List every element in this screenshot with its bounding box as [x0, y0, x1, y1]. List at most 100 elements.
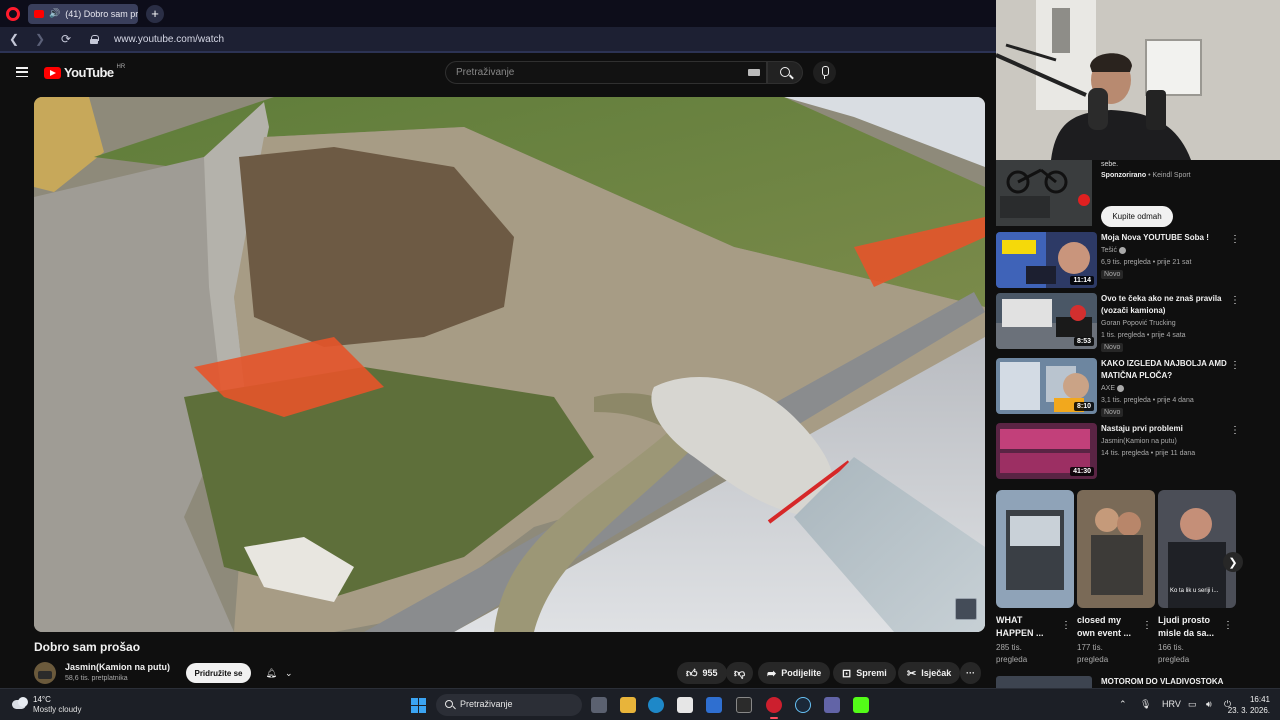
video-thumbnail[interactable] — [996, 676, 1092, 688]
short-image — [1077, 490, 1155, 608]
mail-icon[interactable] — [706, 697, 722, 713]
share-icon: ➦ — [767, 667, 777, 680]
like-button[interactable]: 👍︎ 955 — [677, 662, 727, 684]
youtube-wordmark: YouTube — [64, 65, 114, 80]
video-thumbnail[interactable]: 8:53 — [996, 293, 1097, 349]
teams-icon[interactable] — [824, 697, 840, 713]
lock-icon — [90, 34, 99, 44]
file-explorer-icon[interactable] — [620, 697, 636, 713]
recommendation-title[interactable]: KAKO IZGLEDA NAJBOLJA AMD MATIČNA PLOČA? — [1101, 358, 1229, 382]
verified-icon — [1117, 384, 1125, 392]
short-thumbnail[interactable] — [996, 490, 1074, 608]
chevron-down-icon: ⌄ — [284, 667, 293, 678]
sponsor-thumbnail[interactable] — [996, 160, 1092, 226]
subscriber-count: 58,6 tis. pretplatnika — [65, 675, 128, 682]
video-thumbnail[interactable]: 11:14 — [996, 232, 1097, 288]
taskbar-search-label: Pretraživanje — [460, 699, 513, 709]
weather-cloud-icon[interactable] — [12, 697, 30, 709]
notifications-button[interactable]: 🔔︎ ⌄ — [258, 663, 300, 683]
youtube-logo[interactable]: YouTube HR — [44, 64, 125, 80]
recommendation-item[interactable]: 41:30 Nastaju prvi problemi Jasmin(Kamio… — [996, 423, 1246, 479]
language-indicator[interactable]: HRV — [1162, 699, 1181, 709]
taskbar-search[interactable]: Pretraživanje — [436, 694, 582, 716]
short-item[interactable]: closed my own event ... 177 tis. pregled… — [1077, 490, 1155, 666]
search-button[interactable] — [767, 61, 803, 84]
more-options-icon[interactable]: ⋮ — [1061, 620, 1071, 631]
chevron-up-icon[interactable]: ⌃ — [1119, 699, 1127, 710]
epic-games-icon[interactable] — [736, 697, 752, 713]
more-options-icon[interactable]: ⋮ — [1230, 295, 1240, 306]
browser-tab-bar: 🔊 (41) Dobro sam prošao + — [0, 0, 996, 27]
edge-browser-icon[interactable] — [648, 697, 664, 713]
store-icon[interactable] — [677, 697, 693, 713]
search-input[interactable]: Pretraživanje — [445, 61, 767, 84]
share-label: Podijelite — [781, 668, 822, 678]
short-item[interactable]: Ko ta lik u seriji i... Ljudi prosto mis… — [1158, 490, 1236, 666]
short-views: 177 tis. pregleda — [1077, 643, 1109, 664]
kick-app-icon[interactable] — [853, 697, 869, 713]
short-title[interactable]: Ljudi prosto misle da sa... — [1158, 614, 1222, 640]
temperature[interactable]: 14°C — [33, 695, 51, 704]
task-view-icon[interactable] — [591, 697, 607, 713]
reload-icon[interactable]: ⟳ — [58, 31, 74, 47]
more-options-icon[interactable]: ⋮ — [1230, 360, 1240, 371]
video-frame — [34, 97, 985, 632]
channel-avatar[interactable] — [34, 662, 56, 684]
recommendation-title[interactable]: Nastaju prvi problemi — [1101, 423, 1229, 435]
video-thumbnail[interactable]: 8:10 — [996, 358, 1097, 414]
recommendation-title[interactable]: MOTOROM DO VLADIVOSTOKA — [1101, 677, 1223, 686]
forward-arrow-icon[interactable]: ❯ — [32, 31, 48, 47]
recommendation-channel[interactable]: Tešić — [1101, 245, 1126, 257]
share-button[interactable]: ➦ Podijelite — [758, 662, 831, 684]
clock[interactable]: 16:41 23. 3. 2026. — [1228, 694, 1270, 716]
recommendation-title[interactable]: Moja Nova YOUTUBE Soba ! — [1101, 232, 1229, 244]
opera-logo-icon[interactable] — [6, 6, 20, 21]
buy-now-button[interactable]: Kupite odmah — [1101, 206, 1173, 227]
browser-tab-youtube[interactable]: 🔊 (41) Dobro sam prošao — [28, 3, 138, 24]
back-arrow-icon[interactable]: ❮ — [6, 31, 22, 47]
short-thumbnail[interactable] — [1077, 490, 1155, 608]
miniplayer-icon[interactable] — [955, 598, 977, 620]
video-thumbnail[interactable]: 41:30 — [996, 423, 1097, 479]
short-thumbnail[interactable]: Ko ta lik u seriji i... — [1158, 490, 1236, 608]
short-title[interactable]: closed my own event ... — [1077, 614, 1141, 640]
more-options-icon[interactable]: ⋮ — [1142, 620, 1152, 631]
recommendation-title[interactable]: Ovo te čeka ako ne znaš pravila (vozači … — [1101, 293, 1229, 317]
channel-name[interactable]: Jasmin(Kamion na putu) — [65, 662, 170, 672]
url-field[interactable]: www.youtube.com/watch — [114, 34, 224, 45]
voice-search-icon[interactable] — [813, 61, 836, 84]
clock-time: 16:41 — [1249, 695, 1270, 704]
recommendation-item[interactable]: 8:10 KAKO IZGLEDA NAJBOLJA AMD MATIČNA P… — [996, 358, 1246, 417]
short-title[interactable]: WHAT HAPPEN ... — [996, 614, 1060, 640]
opera-browser-icon[interactable] — [766, 697, 782, 719]
dislike-button[interactable]: 👎︎ — [726, 662, 754, 684]
recommendation-channel[interactable]: AXE — [1101, 383, 1125, 395]
more-options-icon[interactable]: ⋮ — [1230, 425, 1240, 436]
short-item[interactable]: WHAT HAPPEN ... 285 tis. pregleda ⋮ — [996, 490, 1074, 666]
windows-start-icon[interactable] — [411, 698, 426, 713]
clock-date: 23. 3. 2026. — [1227, 706, 1270, 715]
display-icon[interactable]: ▭ — [1188, 699, 1197, 710]
more-options-icon[interactable]: ⋮ — [1223, 620, 1233, 631]
recommendation-item[interactable]: 11:14 Moja Nova YOUTUBE Soba ! Tešić 6,9… — [996, 232, 1246, 288]
recommendation-item[interactable]: 8:53 Ovo te čeka ako ne znaš pravila (vo… — [996, 293, 1246, 352]
clip-button[interactable]: ✂ Isječak — [898, 662, 961, 684]
new-tab-button[interactable]: + — [146, 4, 164, 23]
steam-icon[interactable] — [795, 697, 811, 713]
menu-icon[interactable] — [16, 67, 28, 77]
keyboard-icon[interactable] — [748, 69, 760, 76]
duration-badge: 8:10 — [1073, 402, 1094, 411]
more-options-icon[interactable]: ⋮ — [1230, 234, 1240, 245]
video-player[interactable] — [34, 97, 985, 632]
more-icon: ··· — [966, 668, 975, 678]
speaker-icon[interactable]: 🔊 — [49, 8, 60, 19]
weather-description[interactable]: Mostly cloudy — [33, 705, 81, 714]
more-actions-button[interactable]: ··· — [960, 662, 981, 684]
join-button[interactable]: Pridružite se — [186, 663, 251, 683]
save-button[interactable]: ⊡ Spremi — [833, 662, 896, 684]
shorts-next-button[interactable]: ❯ — [1223, 552, 1243, 572]
microphone-icon[interactable]: 🎙︎ — [1140, 699, 1151, 710]
recommendation-channel[interactable]: Jasmin(Kamion na putu) — [1101, 436, 1177, 448]
recommendation-channel[interactable]: Goran Popović Trucking — [1101, 318, 1176, 330]
volume-icon[interactable]: 🔊︎ — [1206, 699, 1212, 710]
